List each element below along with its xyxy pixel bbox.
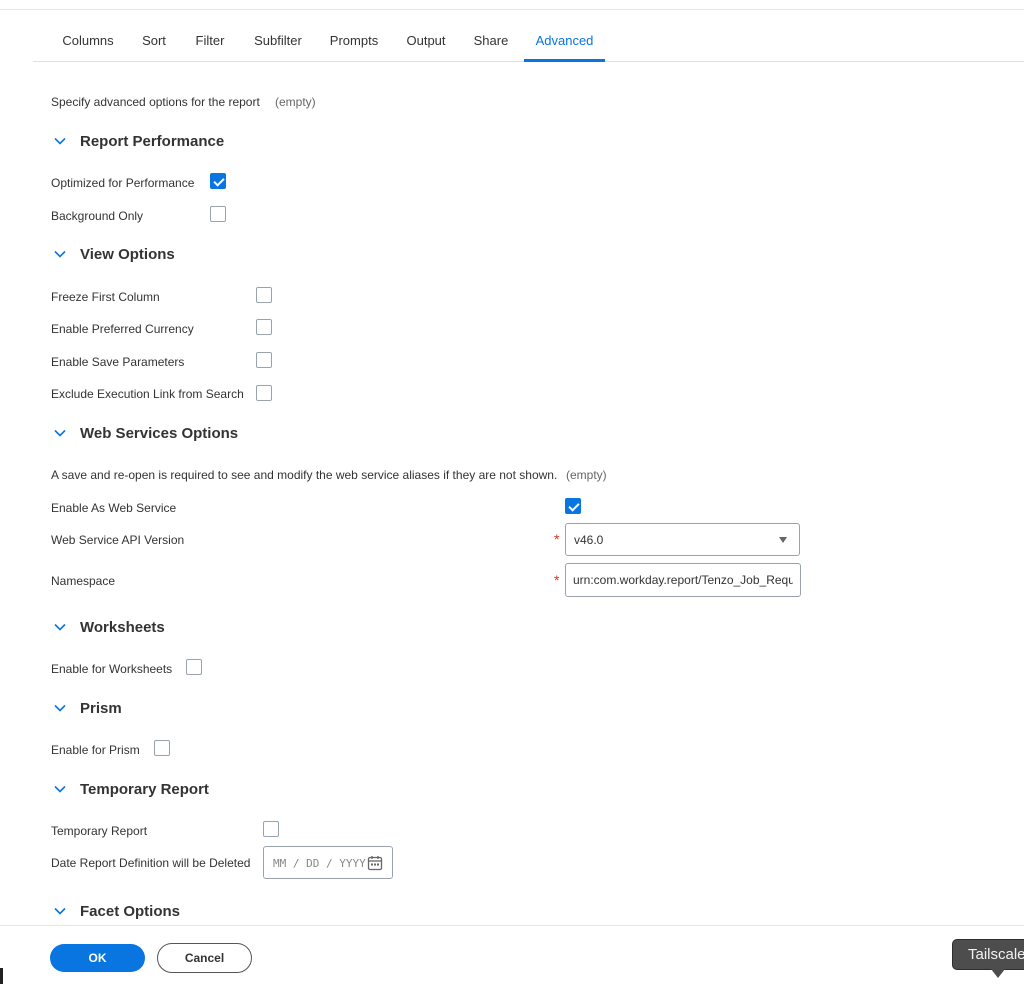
freeze-first-column-label: Freeze First Column	[51, 290, 160, 304]
top-border	[0, 0, 1024, 10]
api-version-label: Web Service API Version	[51, 533, 185, 547]
window-corner	[0, 968, 3, 984]
chevron-down-icon[interactable]	[52, 700, 68, 716]
delete-date-input[interactable]: MM / DD / YYYY	[263, 846, 393, 879]
enable-worksheets-label: Enable for Worksheets	[51, 662, 173, 676]
tab-output[interactable]: Output	[400, 22, 452, 62]
intro-label: Specify advanced options for the report	[51, 95, 260, 109]
section-prism[interactable]: Prism	[0, 698, 122, 718]
section-title: Worksheets	[80, 618, 165, 636]
chevron-down-icon[interactable]	[52, 425, 68, 441]
tailscale-tooltip: Tailscale	[952, 939, 1024, 970]
required-marker: *	[554, 572, 560, 588]
section-title: View Options	[80, 245, 175, 263]
section-web-services[interactable]: Web Services Options	[0, 423, 238, 443]
footer-bar: OK Cancel	[0, 925, 1024, 984]
section-view-options[interactable]: View Options	[0, 244, 175, 264]
optimized-checkbox[interactable]	[210, 173, 226, 189]
api-version-value: v46.0	[574, 533, 604, 547]
background-only-checkbox[interactable]	[210, 206, 226, 222]
optimized-label: Optimized for Performance	[51, 176, 195, 190]
tab-bar: Columns Sort Filter Subfilter Prompts Ou…	[33, 22, 1024, 62]
tab-prompts[interactable]: Prompts	[324, 22, 384, 62]
preferred-currency-checkbox[interactable]	[256, 319, 272, 335]
cancel-button[interactable]: Cancel	[157, 943, 252, 973]
section-worksheets[interactable]: Worksheets	[0, 617, 165, 637]
ok-button[interactable]: OK	[50, 944, 145, 972]
required-marker: *	[554, 531, 560, 547]
section-report-performance[interactable]: Report Performance	[0, 131, 224, 151]
enable-prism-label: Enable for Prism	[51, 743, 140, 757]
chevron-down-icon[interactable]	[52, 903, 68, 919]
tab-subfilter[interactable]: Subfilter	[247, 22, 309, 62]
web-service-note: A save and re-open is required to see an…	[51, 468, 558, 482]
temporary-report-checkbox[interactable]	[263, 821, 279, 837]
section-facet-options[interactable]: Facet Options	[0, 901, 180, 921]
section-title: Facet Options	[80, 902, 181, 920]
tab-sort[interactable]: Sort	[137, 22, 171, 62]
temporary-report-label: Temporary Report	[51, 824, 148, 838]
exclude-execution-link-label: Exclude Execution Link from Search	[51, 387, 244, 401]
freeze-first-column-checkbox[interactable]	[256, 287, 272, 303]
namespace-input[interactable]	[565, 563, 801, 597]
tab-share[interactable]: Share	[469, 22, 513, 62]
intro-value: (empty)	[275, 95, 316, 109]
tab-columns[interactable]: Columns	[53, 22, 123, 62]
exclude-execution-link-checkbox[interactable]	[256, 385, 272, 401]
tooltip-arrow	[991, 969, 1005, 978]
section-title: Prism	[80, 699, 122, 717]
delete-date-label: Date Report Definition will be Deleted	[51, 856, 251, 870]
section-temporary-report[interactable]: Temporary Report	[0, 779, 209, 799]
chevron-down-icon[interactable]	[52, 246, 68, 262]
date-placeholder: MM / DD / YYYY	[273, 857, 366, 870]
calendar-icon[interactable]	[367, 855, 383, 871]
save-parameters-label: Enable Save Parameters	[51, 355, 185, 369]
preferred-currency-label: Enable Preferred Currency	[51, 322, 194, 336]
enable-web-service-label: Enable As Web Service	[51, 501, 177, 515]
section-title: Temporary Report	[80, 780, 209, 798]
api-version-select[interactable]: v46.0	[565, 523, 800, 556]
tab-filter[interactable]: Filter	[189, 22, 231, 62]
tab-advanced[interactable]: Advanced	[524, 22, 605, 62]
section-title: Web Services Options	[80, 424, 239, 442]
section-title: Report Performance	[80, 132, 225, 150]
chevron-down-icon[interactable]	[52, 133, 68, 149]
chevron-down-icon[interactable]	[52, 619, 68, 635]
enable-worksheets-checkbox[interactable]	[186, 659, 202, 675]
chevron-down-icon[interactable]	[52, 781, 68, 797]
web-service-note-value: (empty)	[566, 468, 607, 482]
save-parameters-checkbox[interactable]	[256, 352, 272, 368]
background-only-label: Background Only	[51, 209, 144, 223]
namespace-label: Namespace	[51, 574, 116, 588]
enable-web-service-checkbox[interactable]	[565, 498, 581, 514]
dropdown-arrow-icon	[779, 537, 787, 543]
enable-prism-checkbox[interactable]	[154, 740, 170, 756]
